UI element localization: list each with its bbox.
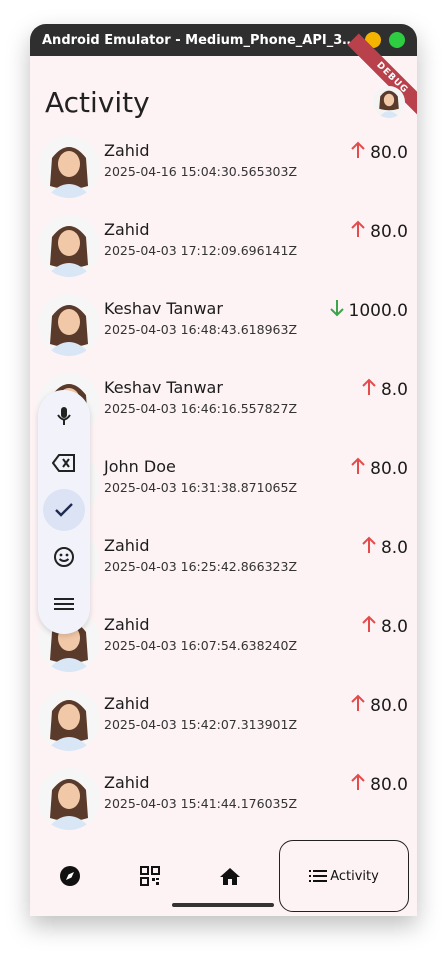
emulator-window: Android Emulator - Medium_Phone_API_35:.… [30,24,417,916]
item-text: John Doe 2025-04-03 16:31:38.871065Z [104,457,297,495]
item-amount: 80.0 [350,694,408,717]
amount-value: 80.0 [370,774,408,795]
avatar [38,136,100,198]
item-name: Zahid [104,773,150,792]
item-name: Zahid [104,141,150,160]
avatar [38,294,100,356]
arrow-up-icon [350,220,370,243]
amount-value: 8.0 [380,537,408,558]
arrow-down-icon [329,299,349,322]
amount-value: 1000.0 [348,300,408,321]
avatar [38,768,100,830]
item-name: Zahid [104,536,150,555]
item-text: Keshav Tanwar 2025-04-03 16:46:16.557827Z [104,378,297,416]
item-timestamp: 2025-04-16 15:04:30.565303Z [104,164,298,179]
list-item[interactable]: Zahid 2025-04-03 17:12:09.696141Z 80.0 [30,215,417,294]
app-screen: DEBUG Activity Zahid 2025-04-16 15:04:30.… [30,33,417,916]
activity-tab[interactable]: Activity [279,840,409,912]
bottom-navigation: Activity [30,836,417,916]
window-title: Android Emulator - Medium_Phone_API_35:.… [42,32,357,48]
item-timestamp: 2025-04-03 16:25:42.866323Z [104,559,298,574]
menu-icon[interactable] [43,583,85,625]
emoji-icon[interactable] [43,536,85,578]
amount-value: 8.0 [380,379,408,400]
item-text: Zahid 2025-04-03 16:25:42.866323Z [104,536,297,574]
item-text: Zahid 2025-04-03 16:07:54.638240Z [104,615,297,653]
amount-value: 80.0 [370,458,408,479]
item-timestamp: 2025-04-03 15:41:44.176035Z [104,796,298,811]
item-timestamp: 2025-04-03 16:48:43.618963Z [104,322,298,337]
amount-value: 80.0 [370,695,408,716]
item-text: Zahid 2025-04-03 15:41:44.176035Z [104,773,297,811]
item-amount: 80.0 [350,141,408,164]
amount-value: 80.0 [370,221,408,242]
item-amount: 80.0 [350,457,408,480]
item-timestamp: 2025-04-03 16:31:38.871065Z [104,480,298,495]
qr-tab[interactable] [110,841,190,911]
page-title: Activity [45,86,150,119]
item-name: Zahid [104,615,150,634]
list-item[interactable]: Zahid 2025-04-16 15:04:30.565303Z 80.0 [30,136,417,215]
check-icon[interactable] [43,489,85,531]
item-timestamp: 2025-04-03 16:07:54.638240Z [104,638,298,653]
maximize-button[interactable] [389,32,405,48]
item-amount: 80.0 [350,773,408,796]
arrow-up-icon [350,457,370,480]
mic-icon[interactable] [43,395,85,437]
qr-code-icon [140,866,160,886]
item-text: Keshav Tanwar 2025-04-03 16:48:43.618963Z [104,299,297,337]
item-name: Zahid [104,220,150,239]
amount-value: 8.0 [380,616,408,637]
arrow-up-icon [361,536,381,559]
home-tab[interactable] [190,841,270,911]
item-amount: 80.0 [350,220,408,243]
arrow-up-icon [361,615,381,638]
activity-tab-label: Activity [330,868,379,884]
keyboard-toolbar [38,390,90,634]
backspace-icon[interactable] [43,442,85,484]
gesture-bar[interactable] [172,903,274,907]
item-name: Keshav Tanwar [104,378,223,397]
item-amount: 8.0 [361,378,408,401]
item-text: Zahid 2025-04-03 17:12:09.696141Z [104,220,297,258]
list-icon [309,870,328,882]
amount-value: 80.0 [370,142,408,163]
item-amount: 8.0 [361,536,408,559]
item-name: John Doe [104,457,176,476]
item-timestamp: 2025-04-03 15:42:07.313901Z [104,717,298,732]
profile-avatar[interactable] [373,86,405,118]
explore-tab[interactable] [30,841,110,911]
item-timestamp: 2025-04-03 16:46:16.557827Z [104,401,298,416]
arrow-up-icon [350,694,370,717]
item-text: Zahid 2025-04-16 15:04:30.565303Z [104,141,297,179]
item-timestamp: 2025-04-03 17:12:09.696141Z [104,243,298,258]
item-amount: 8.0 [361,615,408,638]
home-icon [220,868,240,885]
list-item[interactable]: Keshav Tanwar 2025-04-03 16:48:43.618963Z… [30,294,417,373]
list-item[interactable]: Zahid 2025-04-03 15:42:07.313901Z 80.0 [30,689,417,768]
compass-icon [60,866,80,886]
arrow-up-icon [350,773,370,796]
item-text: Zahid 2025-04-03 15:42:07.313901Z [104,694,297,732]
list-item[interactable]: Zahid 2025-04-03 16:07:54.638240Z 8.0 [30,610,417,689]
avatar [38,215,100,277]
item-name: Keshav Tanwar [104,299,223,318]
app-bar: Activity [30,56,417,126]
item-amount: 1000.0 [329,299,408,322]
item-name: Zahid [104,694,150,713]
arrow-up-icon [361,378,381,401]
avatar [38,689,100,751]
arrow-up-icon [350,141,370,164]
